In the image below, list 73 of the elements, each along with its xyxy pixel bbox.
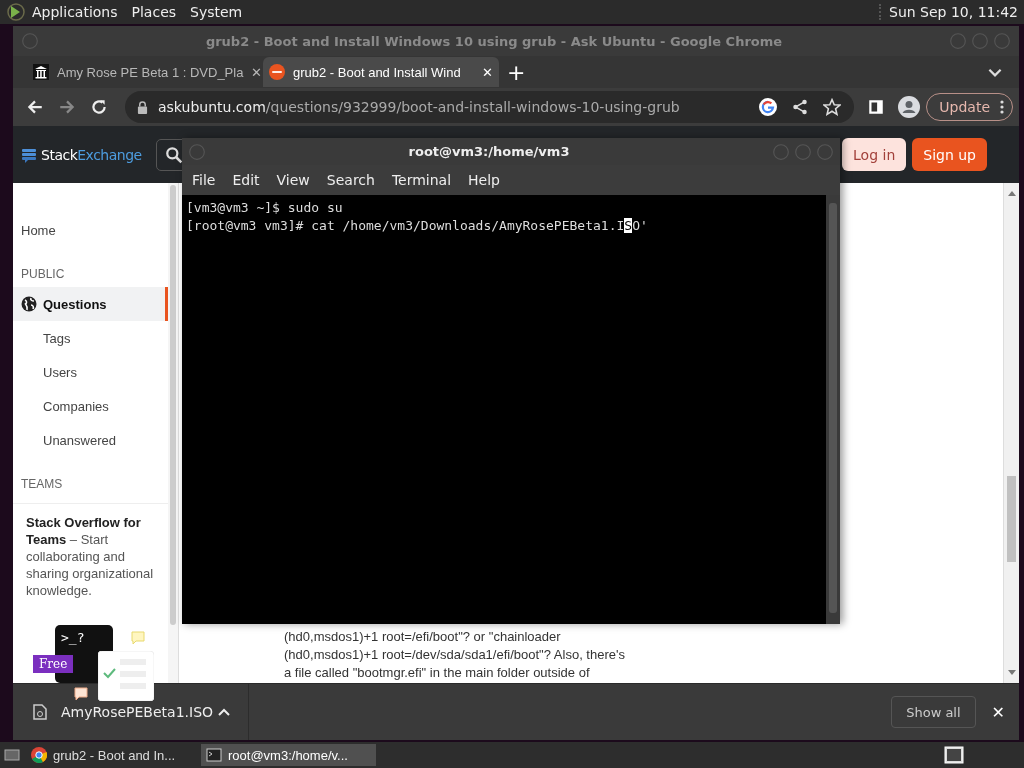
close-button[interactable]: ✕ xyxy=(991,702,1005,722)
answer-text-line: a file called "bootmgr.efi" in the main folder outside of xyxy=(284,664,591,682)
building-icon xyxy=(33,64,49,80)
lock-icon xyxy=(137,100,148,114)
sidebar-item[interactable]: Unanswered xyxy=(13,423,168,457)
sidebar-heading: TEAMS xyxy=(20,476,64,493)
terminal-menu[interactable]: File xyxy=(192,172,216,188)
answer-text-line: (hd0,msdos1)+1 root=/dev/sda/sda1/efi/boot"? Also, there's xyxy=(284,646,626,664)
star-icon[interactable] xyxy=(823,98,842,116)
sidebar-item[interactable]: Companies xyxy=(13,389,168,423)
new-tab-button[interactable]: + xyxy=(507,59,526,85)
window-title: root@vm3:/home/vm3 xyxy=(407,144,571,159)
scroll-thumb[interactable] xyxy=(829,203,837,613)
free-badge: Free xyxy=(33,655,74,673)
text-cursor: S xyxy=(624,218,633,233)
url-text: askubuntu.com/questions/932999/boot-and-install-windows-10-using-grub xyxy=(158,99,680,115)
clock[interactable]: Sun Sep 10, 11:42 xyxy=(879,4,1018,20)
address-bar[interactable]: askubuntu.com/questions/932999/boot-and-install-windows-10-using-grub xyxy=(125,91,855,123)
stack-logo-icon[interactable] xyxy=(21,146,37,163)
close-tab-button[interactable]: ✕ xyxy=(482,64,493,80)
chat-bubble-icon xyxy=(74,687,88,701)
chat-bubble-icon xyxy=(131,631,145,645)
browser-tab[interactable]: grub2 - Boot and Install Wind ✕ xyxy=(263,57,499,87)
answer-text-line: (hd0,msdos1)+1 root=/efi/boot"? or "chainloader xyxy=(284,628,562,646)
profile-avatar[interactable] xyxy=(898,96,921,118)
terminal-menu[interactable]: Terminal xyxy=(391,172,452,188)
site-logo[interactable]: StackExchange xyxy=(41,146,142,163)
terminal-line: [root@vm3 vm3]# cat /home/vm3/Downloads/AmyRosePEBeta1.ISO' xyxy=(186,217,649,235)
show-all-button[interactable]: Show all xyxy=(891,696,976,728)
sidebar-item[interactable]: Users xyxy=(13,355,168,389)
scrollbar[interactable] xyxy=(168,183,178,683)
side-panel-icon[interactable] xyxy=(867,98,886,116)
reload-icon[interactable] xyxy=(90,98,108,116)
sidebar-heading: PUBLIC xyxy=(20,266,66,283)
login-button[interactable]: Log in xyxy=(842,138,907,171)
terminal-menu[interactable]: Help xyxy=(468,172,500,188)
download-item[interactable]: AmyRosePEBeta1.ISO xyxy=(13,684,249,740)
scroll-thumb[interactable] xyxy=(170,185,176,625)
caret-up-icon[interactable] xyxy=(218,708,230,716)
chrome-icon xyxy=(31,747,47,763)
window-title: grub2 - Boot and Install Windows 10 using grub - Ask Ubuntu - Google Chrome xyxy=(204,33,784,49)
panel-menu[interactable]: System xyxy=(190,4,243,20)
taskbar-button[interactable]: grub2 - Boot and In... xyxy=(26,744,201,766)
sidebar-item[interactable]: Questions xyxy=(13,287,168,321)
scroll-thumb[interactable] xyxy=(1007,476,1016,562)
google-icon[interactable] xyxy=(759,98,778,116)
terminal-menu[interactable]: View xyxy=(276,172,310,188)
teams-promo-text: Stack Overflow for Teams – Start collaborating and sharing organizational knowledge. xyxy=(26,514,155,599)
terminal-icon xyxy=(206,747,222,763)
share-icon[interactable] xyxy=(791,98,810,116)
forward-icon[interactable] xyxy=(58,98,76,116)
sidebar-item[interactable]: Tags xyxy=(13,321,168,355)
play-logo-icon[interactable] xyxy=(6,2,26,22)
terminal-line: [vm3@vm3 ~]$ sudo su xyxy=(186,199,344,217)
search-icon xyxy=(164,145,183,164)
panel-menu[interactable]: Applications xyxy=(32,4,118,20)
sidebar-item[interactable]: Home xyxy=(13,213,168,247)
show-desktop-icon[interactable] xyxy=(4,747,20,763)
back-icon[interactable] xyxy=(26,98,44,116)
close-tab-button[interactable]: ✕ xyxy=(251,64,263,80)
taskbar-button[interactable]: root@vm3:/home/v... xyxy=(201,744,376,766)
more-icon[interactable] xyxy=(1000,99,1004,115)
terminal-menu[interactable]: Search xyxy=(326,172,375,188)
panel-menu[interactable]: Places xyxy=(131,4,177,20)
workspace-icon[interactable] xyxy=(944,746,964,764)
page-scrollbar[interactable] xyxy=(1003,183,1019,683)
file-icon xyxy=(33,704,47,720)
signup-button[interactable]: Sign up xyxy=(912,138,987,171)
globe-icon xyxy=(21,296,37,312)
browser-tab[interactable]: Amy Rose PE Beta 1 : DVD_Pla ✕ xyxy=(27,57,263,87)
scrollbar[interactable] xyxy=(826,195,840,624)
terminal-menu[interactable]: Edit xyxy=(232,172,260,188)
ask-logo-icon xyxy=(269,64,285,80)
